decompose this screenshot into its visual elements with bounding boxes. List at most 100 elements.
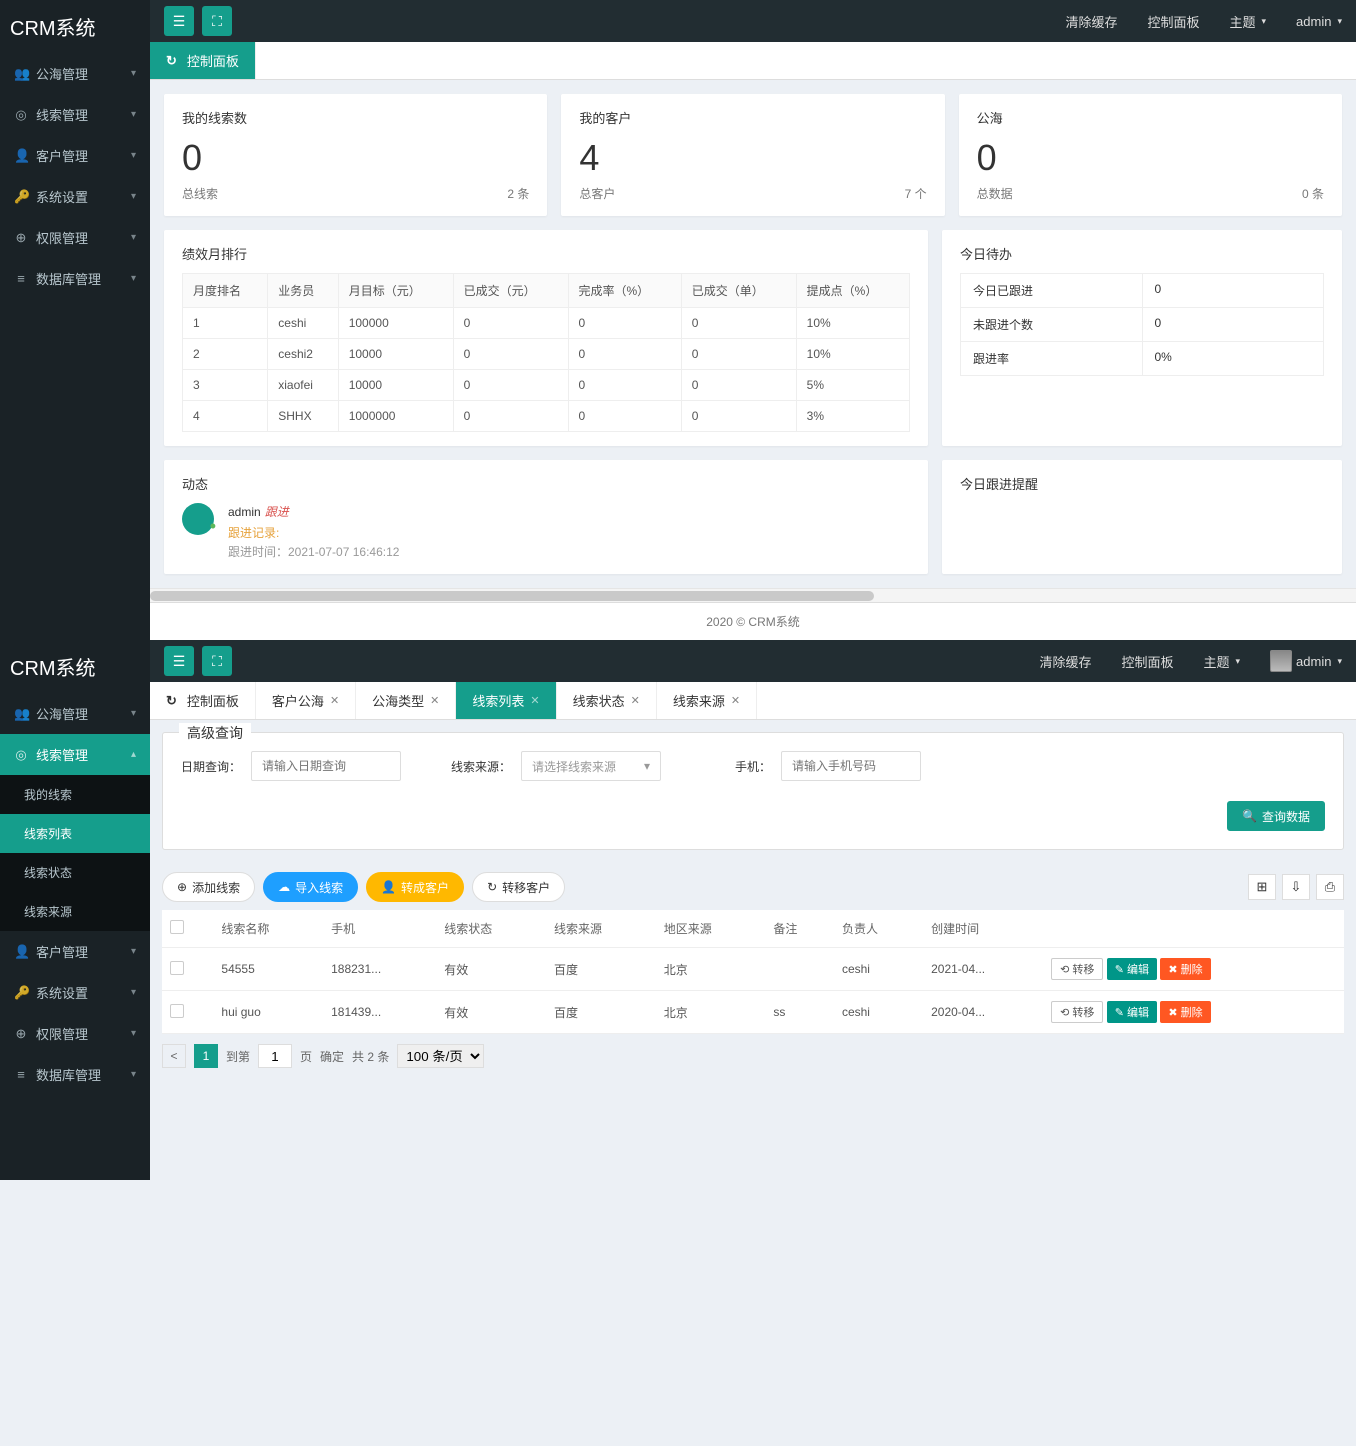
globe-icon: ⊕: [14, 1026, 28, 1042]
stat-card-public: 公海 0 总数据0 条: [959, 94, 1342, 216]
import-lead-button[interactable]: ☁导入线索: [263, 872, 358, 902]
topbar: ☰ ⛶ 清除缓存 控制面板 主题▾ admin▾: [150, 640, 1356, 682]
convert-customer-button[interactable]: 👤转成客户: [366, 872, 464, 902]
page-size-select[interactable]: 100 条/页: [397, 1044, 484, 1068]
sidebar-item-lead-status[interactable]: 线索状态: [0, 853, 150, 892]
close-icon[interactable]: ✕: [330, 694, 339, 707]
edit-row-button[interactable]: ✎ 编辑: [1107, 958, 1157, 980]
row-checkbox[interactable]: [170, 1004, 184, 1018]
sidebar-item-database[interactable]: ≡数据库管理▾: [0, 258, 150, 299]
chevron-down-icon: ▾: [131, 191, 136, 202]
control-panel-link[interactable]: 控制面板: [1121, 652, 1173, 671]
sidebar-item-permissions[interactable]: ⊕权限管理▾: [0, 217, 150, 258]
sidebar-item-settings[interactable]: 🔑系统设置▾: [0, 972, 150, 1013]
sidebar-item-lead-list[interactable]: 线索列表: [0, 814, 150, 853]
export-button[interactable]: ⇩: [1282, 874, 1310, 900]
sidebar-item-lead-source[interactable]: 线索来源: [0, 892, 150, 931]
control-panel-link[interactable]: 控制面板: [1147, 12, 1199, 31]
tab-控制面板[interactable]: 控制面板: [150, 682, 256, 719]
globe-icon: ⊕: [14, 230, 28, 246]
delete-row-button[interactable]: ✖ 删除: [1160, 958, 1210, 980]
fullscreen-button[interactable]: ⛶: [202, 6, 232, 36]
target-icon: ◎: [14, 747, 28, 763]
card-value: 0: [977, 137, 1324, 179]
close-icon[interactable]: ✕: [731, 694, 740, 707]
tab-线索状态[interactable]: 线索状态✕: [557, 682, 657, 719]
close-icon[interactable]: ✕: [530, 694, 539, 707]
table-row: 4SHHX10000000003%: [183, 401, 910, 432]
chevron-down-icon: ▾: [131, 1028, 136, 1039]
tab-客户公海[interactable]: 客户公海✕: [256, 682, 356, 719]
search-button[interactable]: 🔍查询数据: [1227, 801, 1325, 831]
select-all-checkbox[interactable]: [170, 920, 184, 934]
table-header: 地区来源: [656, 910, 766, 948]
sidebar-item-leads[interactable]: ◎线索管理▾: [0, 94, 150, 135]
pagination: < 1 到第 页 确定 共 2 条 100 条/页: [150, 1034, 1356, 1078]
clear-cache-link[interactable]: 清除缓存: [1065, 12, 1117, 31]
close-icon[interactable]: ✕: [631, 694, 640, 707]
move-row-button[interactable]: ⟲ 转移: [1051, 958, 1103, 980]
sidebar-item-my-leads[interactable]: 我的线索: [0, 775, 150, 814]
go-page-button[interactable]: 确定: [320, 1048, 344, 1065]
source-filter-label: 线索来源：: [451, 758, 511, 775]
add-lead-button[interactable]: ⊕添加线索: [162, 872, 255, 902]
chevron-up-icon: ▴: [131, 749, 136, 760]
menu-toggle-button[interactable]: ☰: [164, 6, 194, 36]
tab-线索来源[interactable]: 线索来源✕: [657, 682, 757, 719]
activity-user: admin: [228, 505, 261, 519]
todo-row: 今日已跟进0: [960, 273, 1324, 308]
user-icon: 👤: [381, 880, 396, 894]
user-dropdown[interactable]: admin▾: [1296, 14, 1342, 29]
sidebar-item-leads[interactable]: ◎线索管理▴: [0, 734, 150, 775]
table-header: 完成率（%）: [568, 274, 681, 308]
date-input[interactable]: [251, 751, 401, 781]
horizontal-scrollbar[interactable]: [150, 588, 1356, 602]
table-header: 线索来源: [546, 910, 656, 948]
theme-dropdown[interactable]: 主题▾: [1230, 12, 1267, 31]
sidebar-item-customers[interactable]: 👤客户管理▾: [0, 135, 150, 176]
tab-线索列表[interactable]: 线索列表✕: [456, 682, 556, 719]
leads-table: 线索名称手机线索状态线索来源地区来源备注负责人创建时间 54555 188231…: [162, 910, 1344, 1034]
tab-公海类型[interactable]: 公海类型✕: [356, 682, 456, 719]
prev-page-button[interactable]: <: [162, 1044, 186, 1068]
rank-card: 绩效月排行 月度排名业务员月目标（元）已成交（元）完成率（%）已成交（单）提成点…: [164, 230, 928, 446]
columns-button[interactable]: ⊞: [1248, 874, 1276, 900]
sidebar-item-public-sea[interactable]: 👥公海管理▾: [0, 693, 150, 734]
source-select[interactable]: 请选择线索来源▾: [521, 751, 661, 781]
theme-dropdown[interactable]: 主题▾: [1204, 652, 1241, 671]
sidebar-item-settings[interactable]: 🔑系统设置▾: [0, 176, 150, 217]
chevron-down-icon: ▾: [644, 759, 650, 773]
sidebar-item-customers[interactable]: 👤客户管理▾: [0, 931, 150, 972]
card-title: 我的线索数: [182, 108, 529, 127]
search-icon: 🔍: [1242, 809, 1257, 823]
sidebar-item-public-sea[interactable]: 👥公海管理▾: [0, 53, 150, 94]
page-input[interactable]: [258, 1044, 292, 1068]
row-checkbox[interactable]: [170, 961, 184, 975]
move-customer-button[interactable]: ↻转移客户: [472, 872, 565, 902]
user-dropdown[interactable]: admin▾: [1270, 650, 1342, 672]
todo-row: 跟进率0%: [960, 341, 1324, 376]
page-1-button[interactable]: 1: [194, 1044, 218, 1068]
phone-input[interactable]: [781, 751, 921, 781]
table-row: 1ceshi10000000010%: [183, 308, 910, 339]
tab-control-panel[interactable]: 控制面板: [150, 42, 256, 79]
tabs-bar: 控制面板客户公海✕公海类型✕线索列表✕线索状态✕线索来源✕: [150, 682, 1356, 720]
close-icon[interactable]: ✕: [430, 694, 439, 707]
stat-card-leads: 我的线索数 0 总线索2 条: [164, 94, 547, 216]
fullscreen-button[interactable]: ⛶: [202, 646, 232, 676]
menu-toggle-button[interactable]: ☰: [164, 646, 194, 676]
database-icon: ≡: [14, 1067, 28, 1082]
chevron-down-icon: ▾: [131, 68, 136, 79]
table-header: 线索状态: [436, 910, 546, 948]
print-button[interactable]: ⎙: [1316, 874, 1344, 900]
move-row-button[interactable]: ⟲ 转移: [1051, 1001, 1103, 1023]
sidebar-item-database[interactable]: ≡数据库管理▾: [0, 1054, 150, 1095]
users-icon: 👥: [14, 66, 28, 82]
sidebar: CRM系统 👥公海管理▾ ◎线索管理▴ 我的线索 线索列表 线索状态 线索来源 …: [0, 640, 150, 1180]
clear-cache-link[interactable]: 清除缓存: [1039, 652, 1091, 671]
card-value: 4: [579, 137, 926, 179]
brand: CRM系统: [0, 0, 150, 53]
edit-row-button[interactable]: ✎ 编辑: [1107, 1001, 1157, 1023]
delete-row-button[interactable]: ✖ 删除: [1160, 1001, 1210, 1023]
sidebar-item-permissions[interactable]: ⊕权限管理▾: [0, 1013, 150, 1054]
